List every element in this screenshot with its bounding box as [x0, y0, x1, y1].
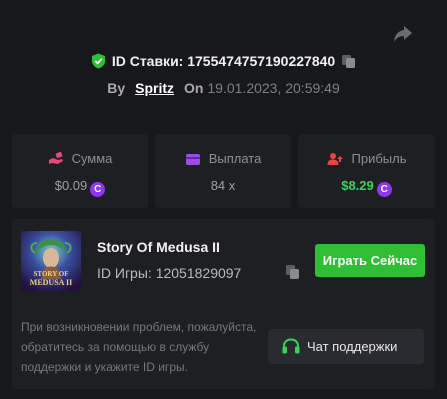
bet-datetime: 19.01.2023, 20:59:49: [207, 80, 340, 96]
game-id: ID Игры: 12051829097: [97, 265, 241, 281]
stat-amount-label: Сумма: [71, 151, 113, 166]
bet-id-line: ID Ставки: 1755474757190227840: [0, 53, 447, 69]
game-thumbnail[interactable]: STORY OF MEDUSA II: [21, 231, 81, 291]
copy-icon[interactable]: [285, 264, 301, 280]
stat-payout: Выплата 84 x: [155, 134, 291, 208]
bet-author-line: By Spritz On 19.01.2023, 20:59:49: [0, 80, 447, 96]
stat-profit-value: $8.29: [341, 178, 374, 193]
stat-payout-label: Выплата: [208, 151, 262, 166]
thumb-title-line2: MEDUSA II: [30, 278, 72, 287]
support-chat-button[interactable]: Чат поддержки: [268, 329, 424, 364]
share-arrow-icon[interactable]: [393, 25, 413, 43]
game-panel: STORY OF MEDUSA II Story Of Medusa II ID…: [12, 219, 435, 389]
game-title[interactable]: Story Of Medusa II: [97, 239, 220, 255]
game-id-label: ID Игры:: [97, 265, 152, 281]
stat-profit: Прибыль $8.29 C: [298, 134, 435, 208]
stat-amount: Сумма $0.09 C: [12, 134, 148, 208]
game-thumbnail-art: STORY OF MEDUSA II: [21, 231, 81, 291]
coin-icon: C: [376, 182, 392, 197]
support-chat-label: Чат поддержки: [307, 339, 398, 354]
coin-icon: C: [90, 182, 106, 197]
thumb-title-line1: STORY OF: [34, 270, 69, 278]
bet-id-label: ID Ставки:: [111, 53, 184, 69]
play-now-button[interactable]: Играть Сейчас: [315, 244, 425, 277]
copy-icon[interactable]: [341, 54, 356, 69]
user-profit-icon: [327, 153, 343, 165]
bet-id-value: 1755474757190227840: [187, 53, 336, 69]
shield-check-icon: [91, 53, 105, 69]
stat-payout-value: 84 x: [210, 178, 236, 193]
by-label: By: [107, 80, 126, 96]
hand-money-icon: [48, 151, 63, 164]
wallet-icon: [185, 154, 200, 165]
headset-icon: [282, 338, 300, 354]
username-link[interactable]: Spritz: [135, 80, 174, 96]
stat-amount-value: $0.09: [54, 178, 88, 193]
stat-profit-label: Прибыль: [351, 151, 407, 166]
support-help-text: При возникновении проблем, пожалуйста, о…: [21, 320, 257, 374]
game-id-value: 12051829097: [155, 265, 242, 281]
on-label: On: [184, 80, 204, 96]
